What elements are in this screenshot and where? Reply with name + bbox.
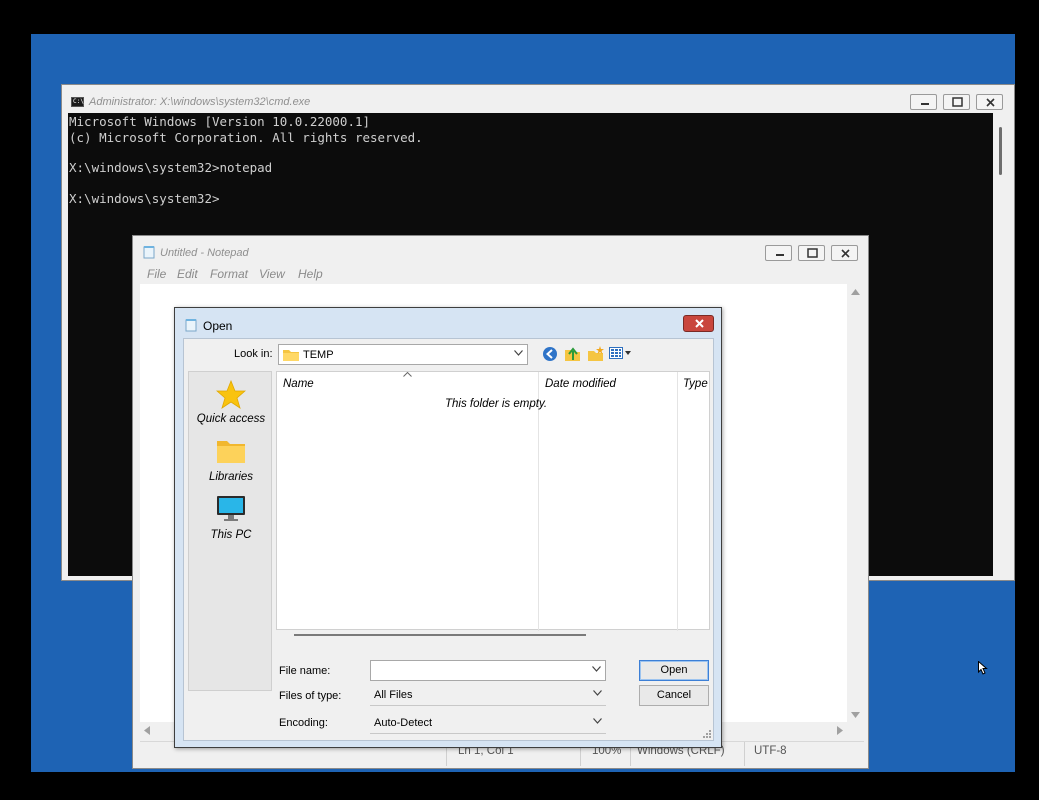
notepad-app-icon: [185, 319, 197, 332]
resize-grip-icon[interactable]: [702, 729, 712, 739]
menu-help[interactable]: Help: [298, 267, 323, 281]
close-icon: [695, 319, 704, 328]
close-icon: [986, 98, 995, 107]
notepad-vertical-scrollbar[interactable]: [847, 284, 864, 737]
restore-icon: [807, 248, 818, 258]
star-icon: [216, 380, 246, 409]
restore-icon: [952, 97, 963, 107]
notepad-minimize-button[interactable]: [765, 245, 792, 261]
minimize-icon: [921, 103, 929, 105]
status-separator: [744, 742, 745, 766]
cmd-close-button[interactable]: [976, 94, 1003, 110]
close-icon: [841, 249, 850, 258]
chevron-down-icon: [593, 718, 602, 724]
minimize-icon: [776, 254, 784, 256]
place-label: Libraries: [208, 471, 254, 483]
chevron-down-icon[interactable]: [592, 666, 601, 672]
files-of-type-value: All Files: [374, 689, 413, 701]
notepad-close-button[interactable]: [831, 245, 858, 261]
cmd-scroll-thumb[interactable]: [999, 127, 1002, 175]
files-of-type-label: Files of type:: [279, 690, 342, 702]
sort-ascending-icon: [403, 372, 412, 377]
chevron-down-icon: [514, 350, 523, 356]
console-prompt: X:\windows\system32>: [69, 191, 220, 206]
open-button[interactable]: Open: [639, 660, 709, 681]
monitor-icon: [217, 496, 245, 521]
cmd-scrollbar[interactable]: [994, 113, 1010, 576]
cmd-titlebar[interactable]: C:\ Administrator: X:\windows\system32\c…: [62, 85, 1014, 113]
dialog-body: Look in: TEMP Quick access Libraries Thi…: [183, 338, 714, 741]
look-in-label: Look in:: [234, 348, 273, 360]
column-divider[interactable]: [538, 372, 539, 631]
place-libraries[interactable]: Libraries: [189, 434, 273, 484]
empty-folder-message: This folder is empty.: [445, 398, 548, 410]
scroll-down-icon[interactable]: [851, 712, 860, 718]
chevron-down-icon: [593, 690, 602, 696]
look-in-value: TEMP: [303, 349, 334, 361]
cmd-maximize-button[interactable]: [943, 94, 970, 110]
encoding-select[interactable]: Auto-Detect: [370, 713, 606, 734]
file-list-hscroll-thumb[interactable]: [294, 634, 586, 636]
new-folder-icon[interactable]: [587, 345, 604, 362]
back-icon[interactable]: [542, 346, 558, 362]
file-name-input[interactable]: [370, 660, 606, 681]
encoding-label: Encoding:: [279, 717, 328, 729]
dialog-close-button[interactable]: [683, 315, 714, 332]
folder-icon: [217, 441, 245, 463]
file-name-label: File name:: [279, 665, 331, 677]
column-divider[interactable]: [677, 372, 678, 631]
dialog-title: Open: [203, 319, 233, 333]
place-this-pc[interactable]: This PC: [189, 492, 273, 542]
place-quick-access[interactable]: Quick access: [189, 376, 273, 426]
menu-file[interactable]: File: [147, 267, 166, 281]
place-label: This PC: [210, 529, 252, 541]
scroll-right-icon[interactable]: [837, 726, 843, 735]
menu-view[interactable]: View: [259, 267, 285, 281]
column-header-date-modified[interactable]: Date modified: [545, 378, 616, 390]
places-bar: Quick access Libraries This PC: [188, 371, 272, 691]
menu-format[interactable]: Format: [210, 267, 248, 281]
column-header-type[interactable]: Type: [683, 378, 708, 390]
screen: C:\ Administrator: X:\windows\system32\c…: [0, 0, 1039, 800]
encoding-value: Auto-Detect: [374, 717, 433, 729]
up-folder-icon[interactable]: [564, 345, 581, 362]
notepad-titlebar[interactable]: Untitled - Notepad: [133, 236, 868, 264]
notepad-app-icon: [143, 246, 155, 259]
scroll-left-icon[interactable]: [144, 726, 150, 735]
console-line: (c) Microsoft Corporation. All rights re…: [69, 130, 423, 145]
files-of-type-select[interactable]: All Files: [370, 685, 606, 706]
mouse-cursor-icon: [978, 661, 988, 675]
console-line: Microsoft Windows [Version 10.0.22000.1]: [69, 114, 371, 129]
notepad-maximize-button[interactable]: [798, 245, 825, 261]
cmd-app-icon: C:\: [71, 97, 84, 107]
status-encoding: UTF-8: [754, 745, 787, 757]
column-header-name[interactable]: Name: [283, 378, 314, 390]
file-list[interactable]: Name Date modified Type This folder is e…: [276, 371, 710, 631]
look-in-combo[interactable]: TEMP: [278, 344, 528, 365]
open-dialog[interactable]: Open Look in: TEMP Quick access Librarie…: [174, 307, 722, 748]
menu-edit[interactable]: Edit: [177, 267, 198, 281]
cancel-button[interactable]: Cancel: [639, 685, 709, 706]
scroll-up-icon[interactable]: [851, 289, 860, 295]
cmd-minimize-button[interactable]: [910, 94, 937, 110]
console-line: X:\windows\system32>notepad: [69, 160, 273, 175]
view-menu-icon[interactable]: [609, 347, 633, 360]
place-label: Quick access: [196, 413, 266, 425]
cmd-title: Administrator: X:\windows\system32\cmd.e…: [89, 96, 311, 108]
folder-icon: [283, 350, 299, 361]
notepad-title: Untitled - Notepad: [160, 247, 249, 259]
